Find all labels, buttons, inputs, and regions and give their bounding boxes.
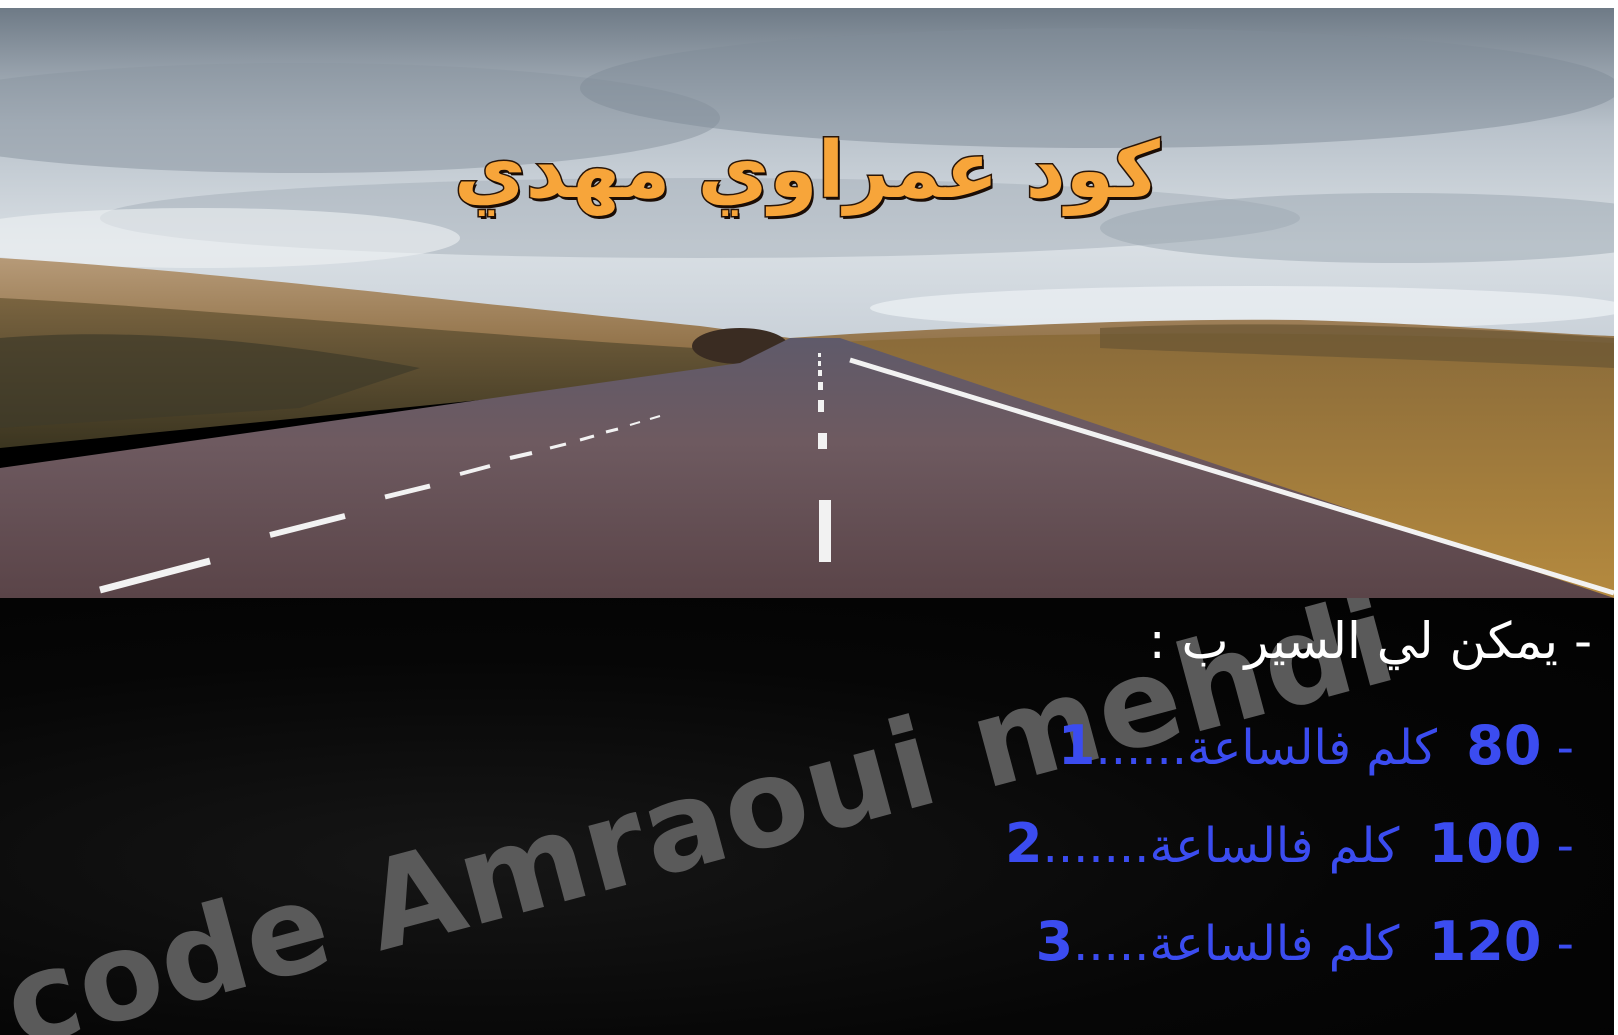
option-speed: 100 [1428, 812, 1542, 875]
option-dots: ...... [1095, 720, 1188, 776]
option-index: 2 [1005, 812, 1043, 875]
answer-option-2[interactable]: - 100 كلم فالساعة.......2 [1005, 812, 1574, 875]
option-speed: 80 [1466, 714, 1542, 777]
option-unit: كلم فالساعة [1149, 916, 1400, 972]
answer-option-3[interactable]: - 120 كلم فالساعة.....3 [1036, 910, 1574, 973]
option-dots: ..... [1073, 916, 1150, 972]
option-prefix: - [1556, 720, 1574, 776]
option-prefix: - [1556, 818, 1574, 874]
road-landscape-image [0, 8, 1614, 598]
road-photo: كود عمراوي مهدي [0, 8, 1614, 598]
question-text: - يمكن لي السير ب : [1148, 612, 1592, 670]
answer-option-1[interactable]: - 80 كلم فالساعة......1 [1058, 714, 1574, 777]
video-frame: كود عمراوي مهدي code Amraoui mehdi - يمك… [0, 8, 1614, 1035]
option-speed: 120 [1428, 910, 1542, 973]
option-index: 3 [1035, 910, 1074, 973]
option-prefix: - [1556, 916, 1574, 972]
option-unit: كلم فالساعة [1149, 818, 1400, 874]
option-dots: ....... [1042, 818, 1150, 874]
option-index: 1 [1057, 714, 1096, 777]
option-unit: كلم فالساعة [1187, 720, 1437, 776]
question-panel: code Amraoui mehdi - يمكن لي السير ب : -… [0, 598, 1614, 1035]
video-title: كود عمراوي مهدي [453, 125, 1161, 218]
